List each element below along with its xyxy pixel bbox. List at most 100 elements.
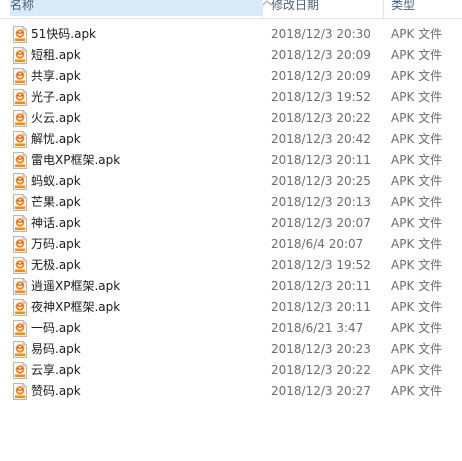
column-header-type[interactable]: 类型 xyxy=(391,0,415,16)
file-list: 51快码.apk 2018/12/3 20:30 APK 文件 短租.apk 2… xyxy=(0,24,462,402)
file-name: 火云.apk xyxy=(31,111,81,125)
file-row[interactable]: 一码.apk 2018/6/21 3:47 APK 文件 xyxy=(0,318,462,339)
file-modified-date: 2018/12/3 20:22 xyxy=(271,111,371,125)
file-row[interactable]: 雷电XP框架.apk 2018/12/3 20:11 APK 文件 xyxy=(0,150,462,171)
apk-file-icon xyxy=(13,26,27,43)
file-modified-date: 2018/12/3 20:11 xyxy=(271,153,371,167)
file-row[interactable]: 万码.apk 2018/6/4 20:07 APK 文件 xyxy=(0,234,462,255)
file-modified-date: 2018/12/3 19:52 xyxy=(271,258,371,272)
file-row[interactable]: 芒果.apk 2018/12/3 20:13 APK 文件 xyxy=(0,192,462,213)
apk-file-icon xyxy=(13,278,27,295)
apk-file-icon xyxy=(13,152,27,169)
file-name: 共享.apk xyxy=(31,69,81,83)
column-separator[interactable] xyxy=(262,0,263,18)
apk-file-icon xyxy=(13,173,27,190)
file-modified-date: 2018/6/21 3:47 xyxy=(271,321,364,335)
file-row[interactable]: 光子.apk 2018/12/3 19:52 APK 文件 xyxy=(0,87,462,108)
file-row[interactable]: 云享.apk 2018/12/3 20:22 APK 文件 xyxy=(0,360,462,381)
file-row[interactable]: 火云.apk 2018/12/3 20:22 APK 文件 xyxy=(0,108,462,129)
file-name: 无极.apk xyxy=(31,258,81,272)
apk-file-icon xyxy=(13,110,27,127)
file-name: 51快码.apk xyxy=(31,27,97,41)
file-name: 云享.apk xyxy=(31,363,81,377)
column-header: 名称 修改日期 类型 xyxy=(0,0,462,19)
file-row[interactable]: 解忧.apk 2018/12/3 20:42 APK 文件 xyxy=(0,129,462,150)
file-name: 易码.apk xyxy=(31,342,81,356)
file-type: APK 文件 xyxy=(391,258,443,272)
apk-file-icon xyxy=(13,131,27,148)
apk-file-icon xyxy=(13,194,27,211)
column-header-name[interactable]: 名称 xyxy=(10,0,272,16)
file-name: 逍遥XP框架.apk xyxy=(31,279,121,293)
file-type: APK 文件 xyxy=(391,216,443,230)
apk-file-icon xyxy=(13,89,27,106)
file-modified-date: 2018/6/4 20:07 xyxy=(271,237,364,251)
file-name: 一码.apk xyxy=(31,321,81,335)
file-row[interactable]: 蚂蚁.apk 2018/12/3 20:25 APK 文件 xyxy=(0,171,462,192)
column-header-date-label: 修改日期 xyxy=(271,0,320,12)
file-name: 神话.apk xyxy=(31,216,81,230)
file-name: 光子.apk xyxy=(31,90,81,104)
apk-file-icon xyxy=(13,215,27,232)
apk-file-icon xyxy=(13,299,27,316)
file-name: 赞码.apk xyxy=(31,384,81,398)
file-type: APK 文件 xyxy=(391,300,443,314)
file-row[interactable]: 易码.apk 2018/12/3 20:23 APK 文件 xyxy=(0,339,462,360)
file-type: APK 文件 xyxy=(391,384,443,398)
file-name: 蚂蚁.apk xyxy=(31,174,81,188)
file-modified-date: 2018/12/3 19:52 xyxy=(271,90,371,104)
file-modified-date: 2018/12/3 20:23 xyxy=(271,342,371,356)
file-modified-date: 2018/12/3 20:42 xyxy=(271,132,371,146)
file-row[interactable]: 逍遥XP框架.apk 2018/12/3 20:11 APK 文件 xyxy=(0,276,462,297)
file-name: 芒果.apk xyxy=(31,195,81,209)
file-name: 夜神XP框架.apk xyxy=(31,300,121,314)
file-modified-date: 2018/12/3 20:11 xyxy=(271,300,371,314)
column-separator[interactable] xyxy=(383,0,384,18)
apk-file-icon xyxy=(13,383,27,400)
column-header-date[interactable]: 修改日期 xyxy=(271,0,319,16)
file-name: 万码.apk xyxy=(31,237,81,251)
apk-file-icon xyxy=(13,341,27,358)
file-type: APK 文件 xyxy=(391,48,443,62)
file-row[interactable]: 短租.apk 2018/12/3 20:09 APK 文件 xyxy=(0,45,462,66)
file-modified-date: 2018/12/3 20:25 xyxy=(271,174,371,188)
file-modified-date: 2018/12/3 20:22 xyxy=(271,363,371,377)
apk-file-icon xyxy=(13,68,27,85)
file-row[interactable]: 共享.apk 2018/12/3 20:09 APK 文件 xyxy=(0,66,462,87)
file-modified-date: 2018/12/3 20:09 xyxy=(271,48,371,62)
file-modified-date: 2018/12/3 20:09 xyxy=(271,69,371,83)
column-header-type-label: 类型 xyxy=(391,0,416,12)
file-name: 短租.apk xyxy=(31,48,81,62)
file-type: APK 文件 xyxy=(391,195,443,209)
file-row[interactable]: 神话.apk 2018/12/3 20:07 APK 文件 xyxy=(0,213,462,234)
file-type: APK 文件 xyxy=(391,27,443,41)
file-type: APK 文件 xyxy=(391,90,443,104)
file-modified-date: 2018/12/3 20:13 xyxy=(271,195,371,209)
file-modified-date: 2018/12/3 20:30 xyxy=(271,27,371,41)
file-type: APK 文件 xyxy=(391,111,443,125)
file-name: 解忧.apk xyxy=(31,132,81,146)
apk-file-icon xyxy=(13,257,27,274)
apk-file-icon xyxy=(13,320,27,337)
file-type: APK 文件 xyxy=(391,69,443,83)
file-type: APK 文件 xyxy=(391,174,443,188)
file-row[interactable]: 51快码.apk 2018/12/3 20:30 APK 文件 xyxy=(0,24,462,45)
file-modified-date: 2018/12/3 20:11 xyxy=(271,279,371,293)
apk-file-icon xyxy=(13,47,27,64)
file-modified-date: 2018/12/3 20:27 xyxy=(271,384,371,398)
file-row[interactable]: 夜神XP框架.apk 2018/12/3 20:11 APK 文件 xyxy=(0,297,462,318)
file-type: APK 文件 xyxy=(391,363,443,377)
file-modified-date: 2018/12/3 20:07 xyxy=(271,216,371,230)
file-type: APK 文件 xyxy=(391,321,443,335)
file-type: APK 文件 xyxy=(391,132,443,146)
apk-file-icon xyxy=(13,236,27,253)
file-row[interactable]: 赞码.apk 2018/12/3 20:27 APK 文件 xyxy=(0,381,462,402)
file-name: 雷电XP框架.apk xyxy=(31,153,121,167)
file-type: APK 文件 xyxy=(391,237,443,251)
file-row[interactable]: 无极.apk 2018/12/3 19:52 APK 文件 xyxy=(0,255,462,276)
file-type: APK 文件 xyxy=(391,279,443,293)
column-header-name-label: 名称 xyxy=(10,0,35,12)
file-type: APK 文件 xyxy=(391,342,443,356)
apk-file-icon xyxy=(13,362,27,379)
file-type: APK 文件 xyxy=(391,153,443,167)
